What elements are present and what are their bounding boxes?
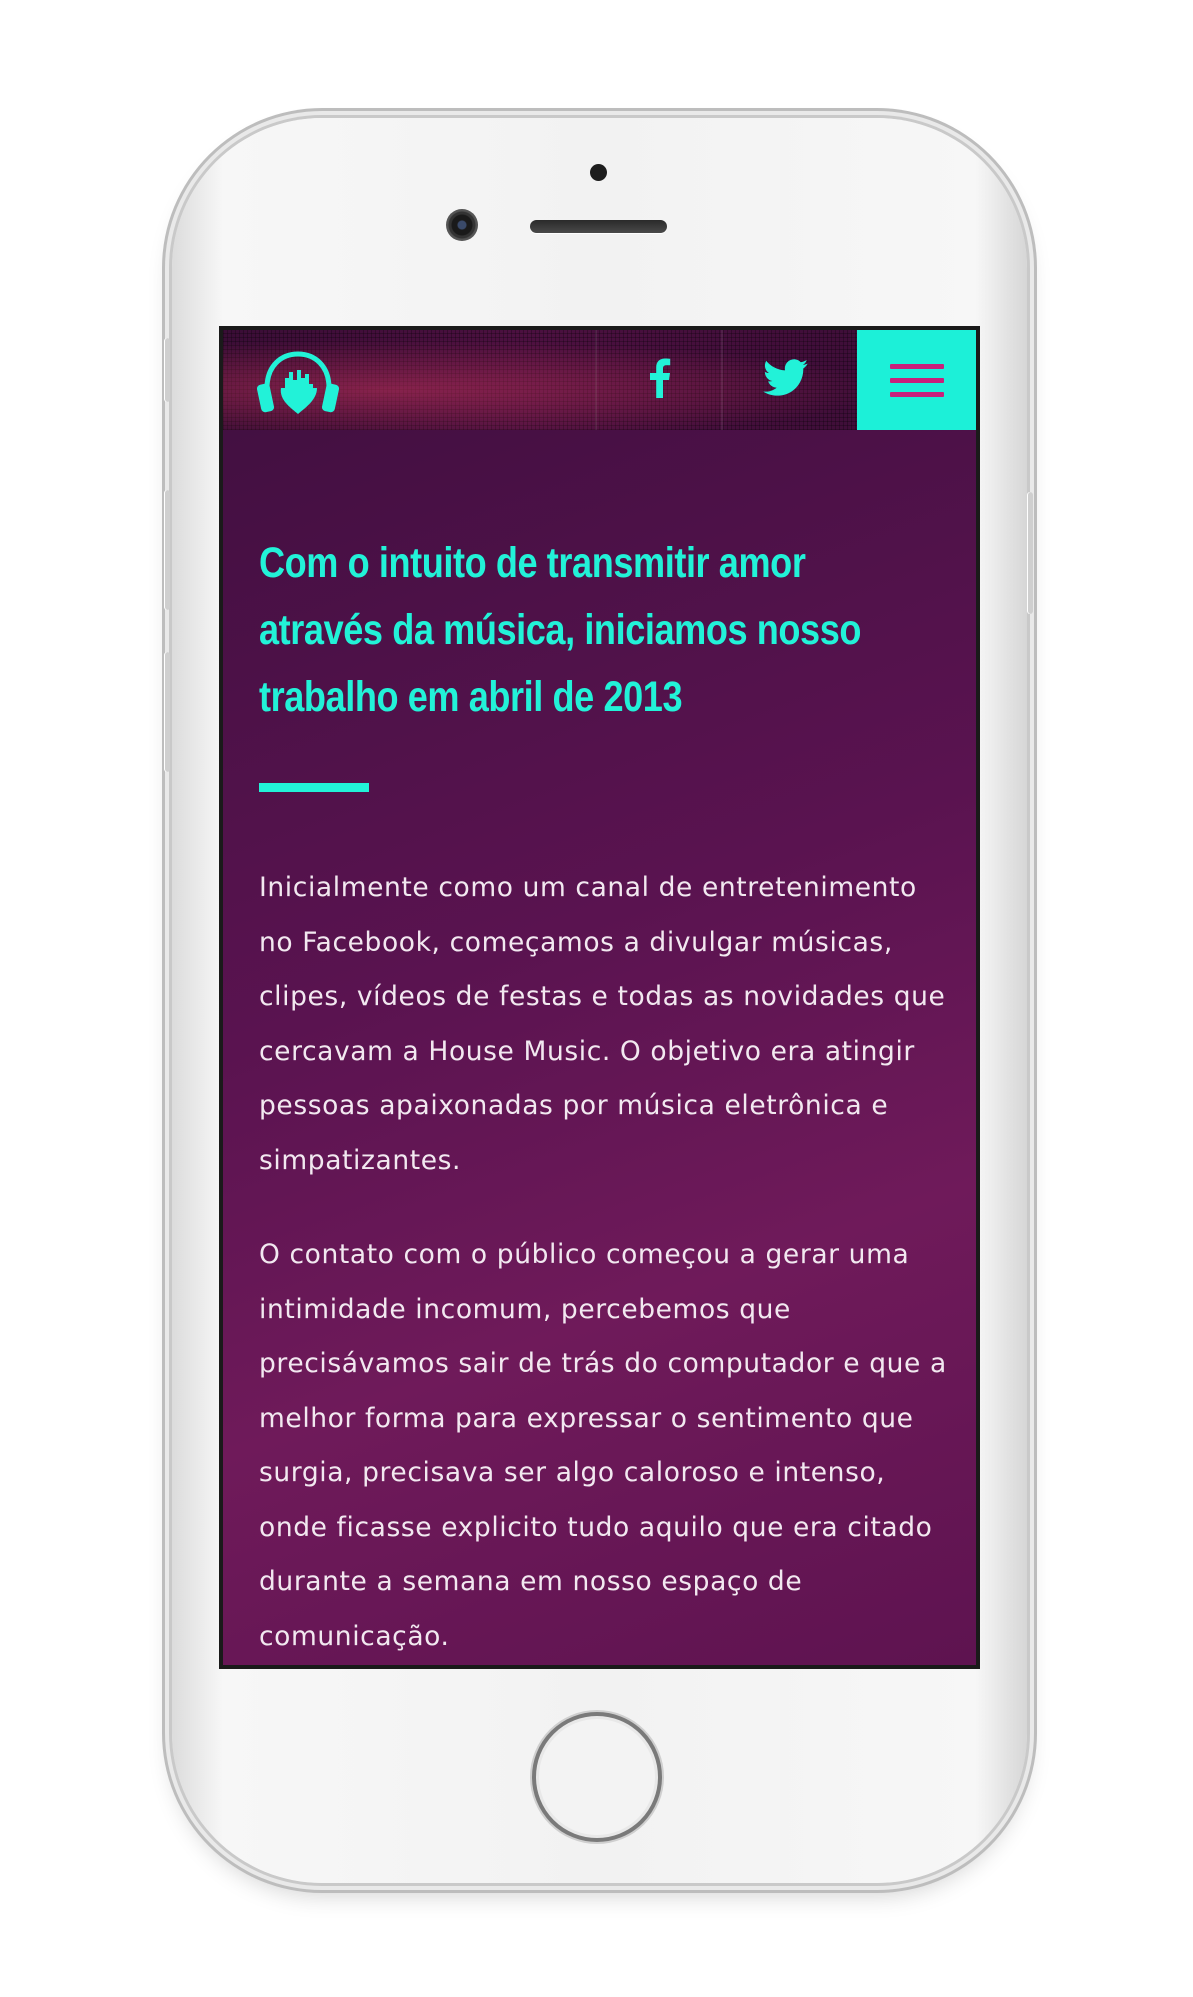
power-button	[1027, 492, 1033, 614]
headline-divider	[259, 783, 369, 792]
menu-bar	[889, 377, 944, 383]
headphones-heart-equalizer-icon[interactable]	[256, 348, 340, 418]
hamburger-menu-button[interactable]	[857, 330, 976, 430]
site-header	[223, 330, 976, 430]
proximity-sensor	[590, 164, 607, 181]
volume-down-button	[164, 652, 170, 772]
mute-switch	[164, 338, 170, 402]
menu-bar	[889, 363, 944, 369]
facebook-icon	[649, 358, 671, 402]
article-paragraph: O contato com o público começou a gerar …	[259, 1239, 947, 1652]
main-content: Com o intuito de transmitir amor através…	[259, 530, 946, 1652]
home-button[interactable]	[532, 1712, 662, 1842]
article-paragraph: Inicialmente como um canal de entretenim…	[259, 872, 946, 1176]
front-camera	[446, 209, 478, 241]
twitter-link[interactable]	[721, 330, 849, 430]
twitter-bird-icon	[762, 359, 810, 401]
phone-screen: Com o intuito de transmitir amor através…	[219, 326, 980, 1669]
page-headline: Com o intuito de transmitir amor através…	[259, 539, 862, 721]
facebook-link[interactable]	[595, 330, 723, 430]
menu-bar	[889, 391, 944, 397]
earpiece-speaker	[530, 220, 667, 233]
volume-up-button	[164, 490, 170, 610]
article-body: Inicialmente como um canal de entretenim…	[259, 861, 959, 1665]
web-page: Com o intuito de transmitir amor através…	[223, 330, 976, 1665]
